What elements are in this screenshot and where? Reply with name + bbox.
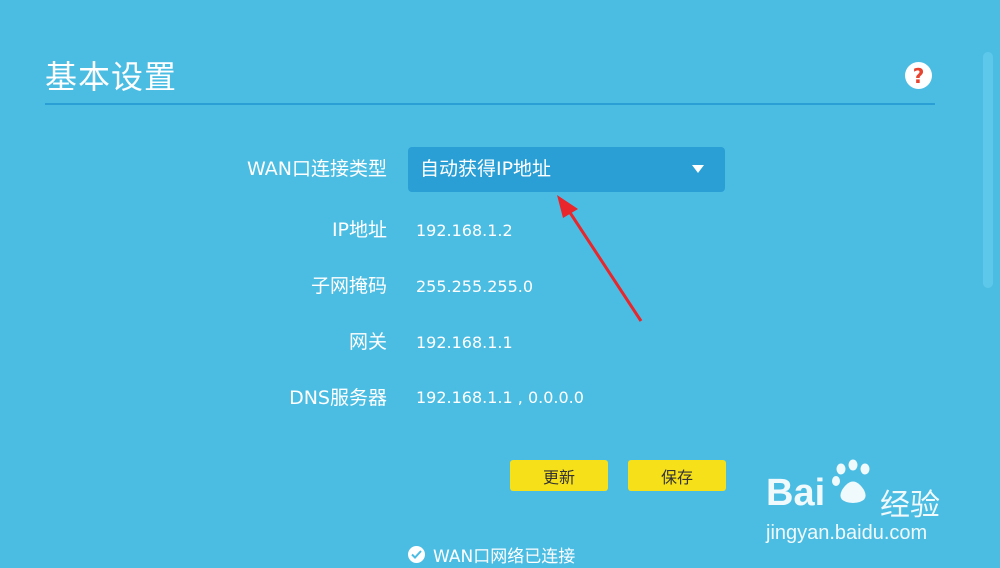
watermark-url: jingyan.baidu.com [766, 522, 928, 544]
watermark-brand-left: Bai [766, 472, 826, 514]
baidu-watermark: Bai 经验 jingyan.baidu.com [752, 458, 972, 558]
watermark-brand-right: 经验 [880, 489, 940, 522]
